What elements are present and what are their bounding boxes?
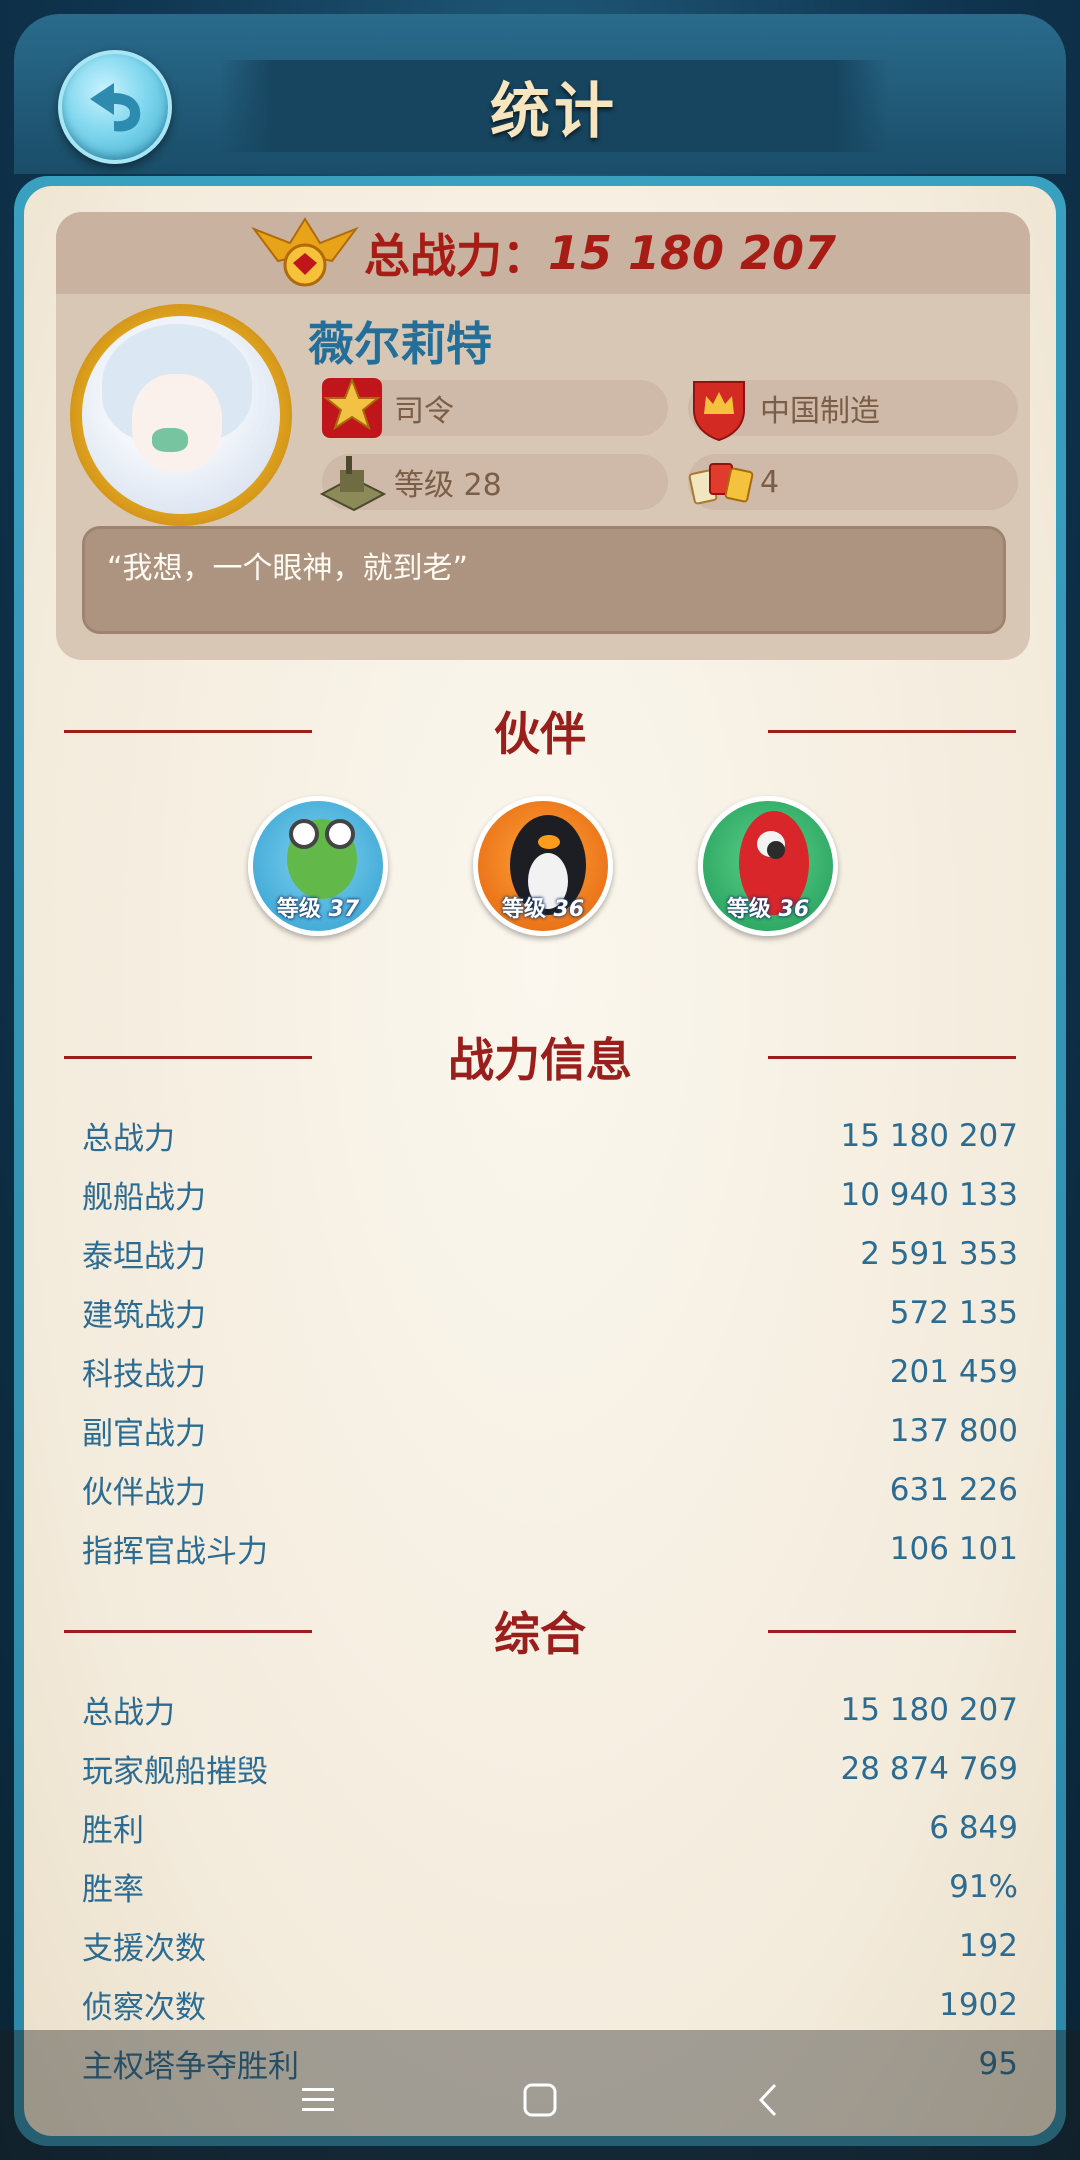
partner-level: 等级 37 (276, 897, 360, 922)
system-nav-bar (0, 2030, 1080, 2160)
stat-row-victories: 胜利 6 849 (82, 1809, 1018, 1850)
level-label: 等级 28 (394, 468, 502, 503)
total-power-value: 15 180 207 (547, 226, 837, 280)
avatar[interactable] (70, 304, 292, 526)
overall-heading-label: 综合 (494, 1607, 586, 1661)
power-info-list: 总战力 15 180 207 舰船战力 10 940 133 泰坦战力 2 591 3… (82, 1106, 1018, 1578)
stat-row-partner-power: 伙伴战力 631 226 (82, 1471, 1018, 1512)
rank-star-badge-icon (322, 377, 382, 438)
stat-row-scout-count: 侦察次数 1902 (82, 1986, 1018, 2027)
profile-card: 总战力： 15 180 207 薇尔莉特 司令 中国制造 等级 28 4 “我想… (56, 212, 1030, 660)
base-building-icon (319, 456, 387, 512)
overall-heading: 综合 (24, 1596, 1056, 1666)
stat-row-tech-power: 科技战力 201 459 (82, 1353, 1018, 1394)
nav-back-icon (758, 2083, 777, 2117)
back-arrow-icon (90, 83, 141, 132)
stats-panel: 总战力： 15 180 207 薇尔莉特 司令 中国制造 等级 28 4 “我想… (24, 186, 1056, 2136)
nav-menu-button[interactable] (288, 2070, 348, 2130)
crown-shield-icon (693, 381, 745, 442)
power-info-heading: 战力信息 (24, 1022, 1056, 1092)
power-info-heading-label: 战力信息 (448, 1033, 632, 1087)
avatar-portrait (82, 316, 280, 514)
cards-count: 4 (760, 464, 780, 500)
stat-row-officer-power: 副官战力 137 800 (82, 1412, 1018, 1453)
cards-pill: 4 (688, 454, 1018, 510)
stat-row-building-power: 建筑战力 572 135 (82, 1294, 1018, 1335)
stat-row-win-rate: 胜率 91% (82, 1868, 1018, 1909)
rank-label: 司令 (394, 394, 454, 429)
nav-home-button[interactable] (510, 2070, 570, 2130)
country-label: 中国制造 (760, 394, 880, 429)
cards-icon (688, 463, 754, 505)
rank-pill: 司令 (322, 377, 668, 438)
stat-row-support-count: 支援次数 192 (82, 1927, 1018, 1968)
stat-row-ship-power: 舰船战力 10 940 133 (82, 1176, 1018, 1217)
stat-row-commander-power: 指挥官战斗力 106 101 (82, 1530, 1018, 1571)
stat-row-titan-power: 泰坦战力 2 591 353 (82, 1235, 1018, 1276)
country-pill: 中国制造 (688, 380, 1018, 442)
stats-screen: 统计 总战力： 15 180 207 薇尔莉特 司令 中国制造 等级 28 4 … (0, 0, 1080, 2160)
panel-frame: 总战力： 15 180 207 薇尔莉特 司令 中国制造 等级 28 4 “我想… (14, 176, 1066, 2146)
partner-level: 等级 36 (726, 897, 810, 922)
nav-back-button[interactable] (738, 2070, 798, 2130)
total-power-strip: 总战力： 15 180 207 (56, 212, 1030, 294)
partner-turtle[interactable]: 等级 37 (248, 796, 388, 936)
player-name: 薇尔莉特 (308, 317, 492, 371)
partners-row: 等级 37 等级 36 等级 36 (24, 796, 1056, 946)
partners-heading-label: 伙伴 (494, 707, 586, 761)
home-square-icon (523, 2083, 557, 2117)
title-bar: 统计 (219, 60, 889, 152)
level-pill: 等级 28 (319, 454, 668, 512)
partners-heading: 伙伴 (24, 696, 1056, 766)
menu-icon (302, 2088, 334, 2111)
back-button[interactable] (58, 50, 172, 164)
total-power-label: 总战力： (363, 229, 548, 283)
motto-box: “我想，一个眼神，就到老” (82, 526, 1006, 634)
stat-row-total-power: 总战力 15 180 207 (82, 1691, 1018, 1732)
page-title: 统计 (490, 76, 618, 147)
stat-row-total-power: 总战力 15 180 207 (82, 1117, 1018, 1158)
header: 统计 (14, 14, 1066, 174)
eagle-emblem-icon (251, 217, 359, 287)
stat-row-ships-destroyed: 玩家舰船摧毁 28 874 769 (82, 1750, 1018, 1791)
partner-parrot[interactable]: 等级 36 (698, 796, 838, 936)
motto-text: “我想，一个眼神，就到老” (107, 551, 469, 586)
partner-penguin[interactable]: 等级 36 (473, 796, 613, 936)
partner-level: 等级 36 (501, 897, 585, 922)
